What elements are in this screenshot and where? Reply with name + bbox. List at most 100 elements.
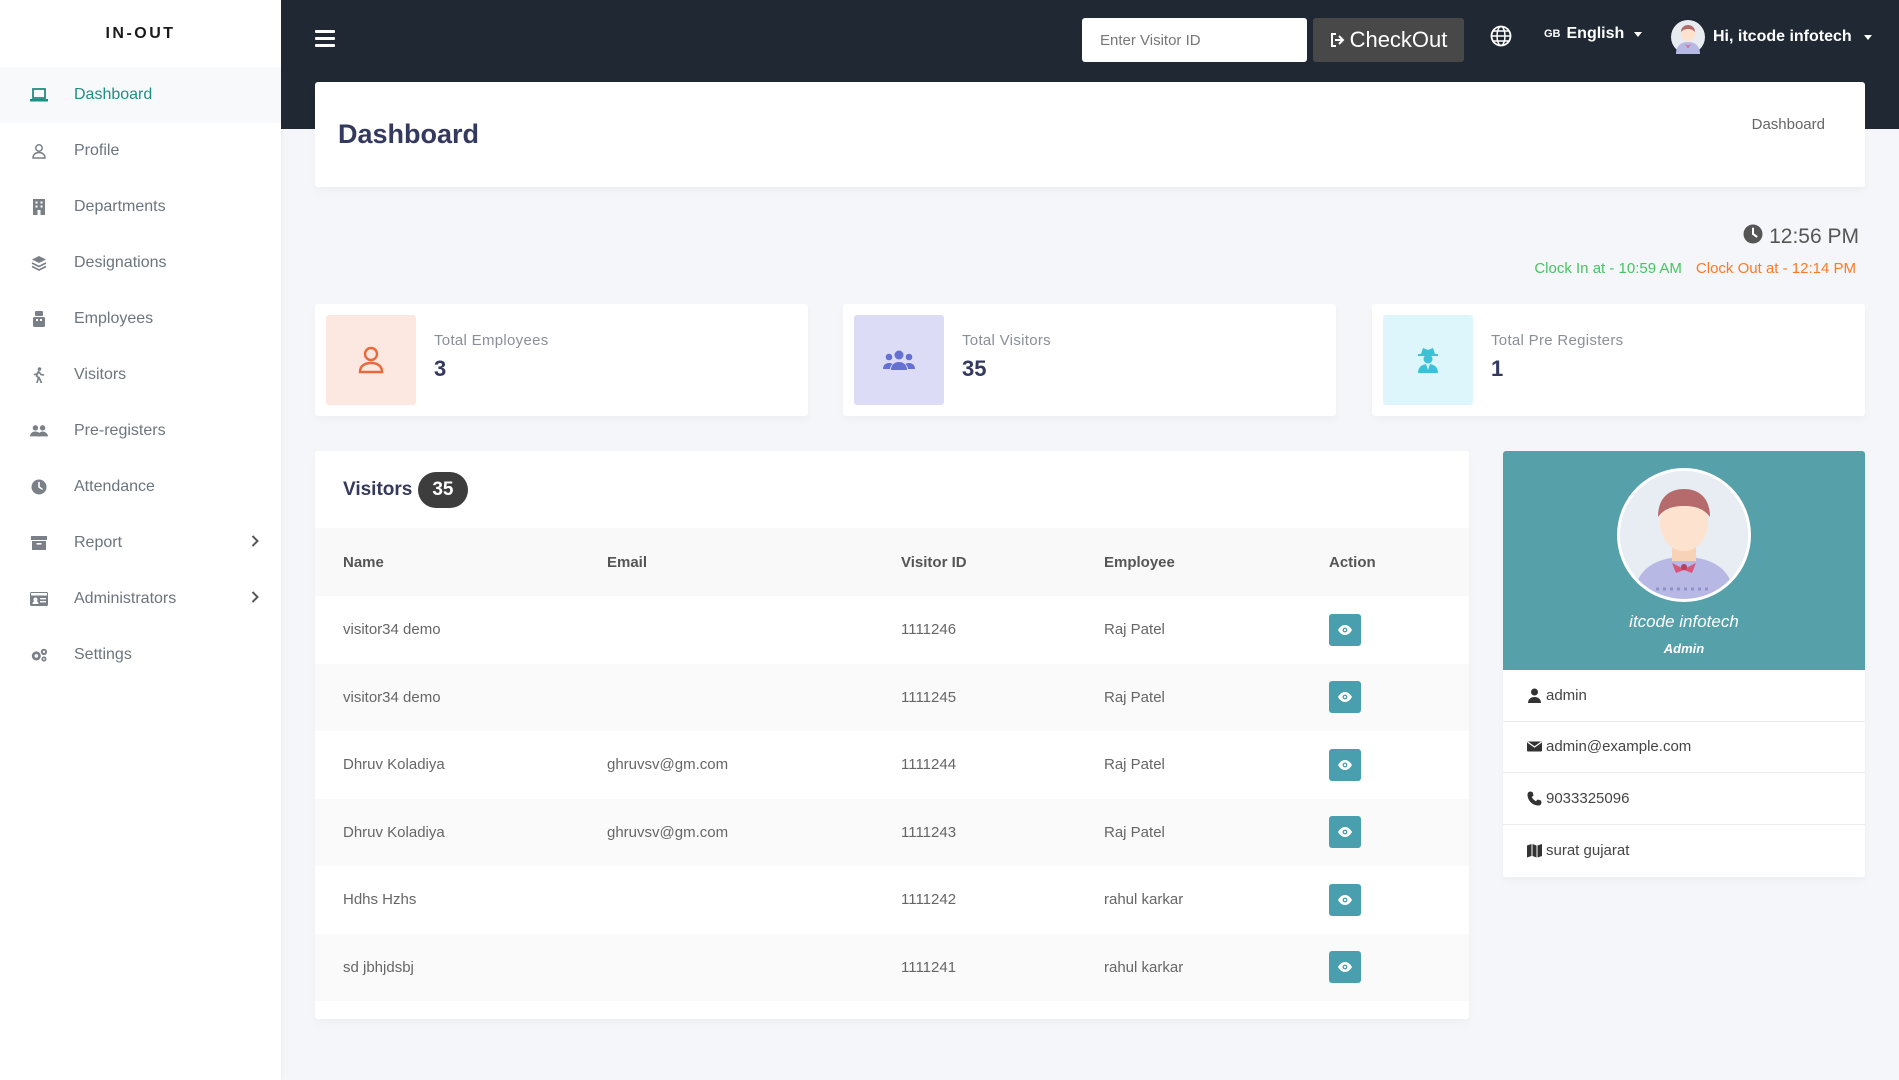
checkout-label: CheckOut (1349, 27, 1448, 52)
sidebar-item-designations[interactable]: Designations (0, 235, 281, 291)
sidebar-item-attendance[interactable]: Attendance (0, 459, 281, 515)
cell-email (607, 934, 901, 1002)
sidebar-item-settings[interactable]: Settings (0, 627, 281, 683)
sidebar-item-administrators[interactable]: Administrators (0, 571, 281, 627)
cell-action (1329, 799, 1469, 867)
table-row: Dhruv Koladiya ghruvsv@gm.com 1111243 Ra… (315, 798, 1469, 867)
profile-details-list: admin admin@example.com 9033325096 surat… (1503, 670, 1865, 876)
profile-card-header: itcode infotech Admin (1503, 451, 1865, 670)
sidebar-item-visitors[interactable]: Visitors (0, 347, 281, 403)
stat-value: 1 (1491, 356, 1504, 381)
chevron-right-icon (251, 534, 259, 552)
sidebar-item-label: Employees (74, 310, 154, 327)
profile-avatar (1617, 468, 1751, 602)
visitors-card: Visitors 35 Name Email Visitor ID Employ… (315, 451, 1469, 1019)
layers-icon (30, 254, 48, 272)
archive-icon (30, 534, 48, 552)
sidebar-item-label: Report (74, 534, 123, 551)
column-header-visitor-id: Visitor ID (901, 553, 967, 571)
cell-name: visitor34 demo (343, 621, 441, 639)
cell-email (607, 596, 901, 664)
eye-icon (1338, 624, 1352, 635)
eye-icon (1338, 692, 1352, 703)
eye-icon (1338, 827, 1352, 838)
sidebar-item-report[interactable]: Report (0, 515, 281, 571)
profile-card: itcode infotech Admin admin admin@exampl… (1503, 451, 1865, 877)
stat-card-employees: Total Employees 3 (315, 304, 808, 416)
profile-phone-text: 9033325096 (1546, 789, 1630, 807)
visitor-id-input[interactable] (1082, 18, 1307, 62)
stat-label: Total Pre Registers (1491, 332, 1624, 349)
sidebar-item-departments[interactable]: Departments (0, 179, 281, 235)
cell-employee: Raj Patel (1104, 621, 1165, 639)
map-icon (1527, 843, 1542, 858)
view-button[interactable] (1329, 681, 1361, 714)
cell-employee: Raj Patel (1104, 688, 1165, 706)
stat-value: 3 (434, 356, 447, 381)
chevron-right-icon (251, 590, 259, 608)
page-title: Dashboard (338, 119, 480, 149)
sidebar-item-label: Designations (74, 254, 167, 271)
visitors-card-header: Visitors 35 (315, 451, 1469, 528)
cell-name: Dhruv Koladiya (343, 823, 445, 841)
cell-name: Hdhs Hzhs (343, 891, 417, 909)
table-row: visitor34 demo 1111245 Raj Patel (315, 663, 1469, 732)
table-row: Hdhs Hzhs 1111242 rahul karkar (315, 866, 1469, 934)
cell-email (607, 664, 901, 732)
sidebar-item-label: Visitors (74, 366, 127, 383)
cell-visitor-id: 1111245 (901, 688, 957, 706)
sidebar: IN-OUT Dashboard Profile Departments Des… (0, 0, 281, 1080)
sidebar-item-label: Attendance (74, 478, 155, 495)
stat-label: Total Employees (434, 332, 549, 349)
profile-username: admin (1503, 670, 1865, 722)
eye-icon (1338, 894, 1352, 905)
hamburger-menu-icon[interactable] (315, 30, 335, 48)
view-button[interactable] (1329, 748, 1361, 781)
flag-icon: GB (1544, 28, 1561, 40)
caret-down-icon (1863, 34, 1872, 40)
checkout-button[interactable]: CheckOut (1313, 18, 1464, 62)
clock-icon (1743, 224, 1763, 250)
table-header-row: Name Email Visitor ID Employee Action (315, 528, 1469, 596)
sign-out-icon (1330, 27, 1346, 53)
cell-visitor-id: 1111243 (901, 823, 957, 841)
view-button[interactable] (1329, 816, 1361, 849)
sidebar-menu: Dashboard Profile Departments Designatio… (0, 67, 281, 683)
clock-out-text: Clock Out at - 12:14 PM (1695, 260, 1856, 277)
profile-role: Admin (1663, 641, 1705, 656)
user-icon (1528, 688, 1541, 703)
sidebar-item-label: Departments (74, 198, 166, 215)
cell-action (1329, 596, 1469, 664)
language-label: English (1566, 25, 1625, 42)
view-button[interactable] (1329, 613, 1361, 646)
globe-icon[interactable] (1490, 25, 1512, 47)
view-button[interactable] (1329, 883, 1361, 916)
cell-action (1329, 731, 1469, 799)
stat-card-pre-registers: Total Pre Registers 1 (1372, 304, 1865, 416)
user-greeting: Hi, itcode infotech (1713, 28, 1852, 45)
current-time: 12:56 PM (1743, 224, 1859, 250)
cell-employee: rahul karkar (1104, 891, 1184, 909)
profile-email: admin@example.com (1503, 722, 1865, 773)
sidebar-item-dashboard[interactable]: Dashboard (0, 67, 281, 123)
users-icon (30, 422, 48, 440)
column-header-email: Email (607, 553, 648, 571)
user-dropdown[interactable]: Hi, itcode infotech (1671, 20, 1872, 54)
sidebar-item-employees[interactable]: Employees (0, 291, 281, 347)
building-icon (30, 198, 48, 216)
brand-logo[interactable]: IN-OUT (0, 0, 281, 67)
column-header-action: Action (1329, 553, 1376, 571)
language-dropdown[interactable]: GB English (1544, 25, 1643, 43)
cell-action (1329, 664, 1469, 732)
cell-visitor-id: 1111246 (901, 621, 957, 639)
sidebar-item-pre-registers[interactable]: Pre-registers (0, 403, 281, 459)
cell-visitor-id: 1111244 (901, 756, 957, 774)
cell-employee: Raj Patel (1104, 823, 1165, 841)
cell-email (607, 866, 901, 934)
clock-icon (30, 478, 48, 496)
view-button[interactable] (1329, 951, 1361, 984)
cell-email: ghruvsv@gm.com (607, 756, 729, 774)
sidebar-item-profile[interactable]: Profile (0, 123, 281, 179)
current-time-text: 12:56 PM (1769, 225, 1859, 248)
breadcrumb[interactable]: Dashboard (1752, 116, 1825, 133)
